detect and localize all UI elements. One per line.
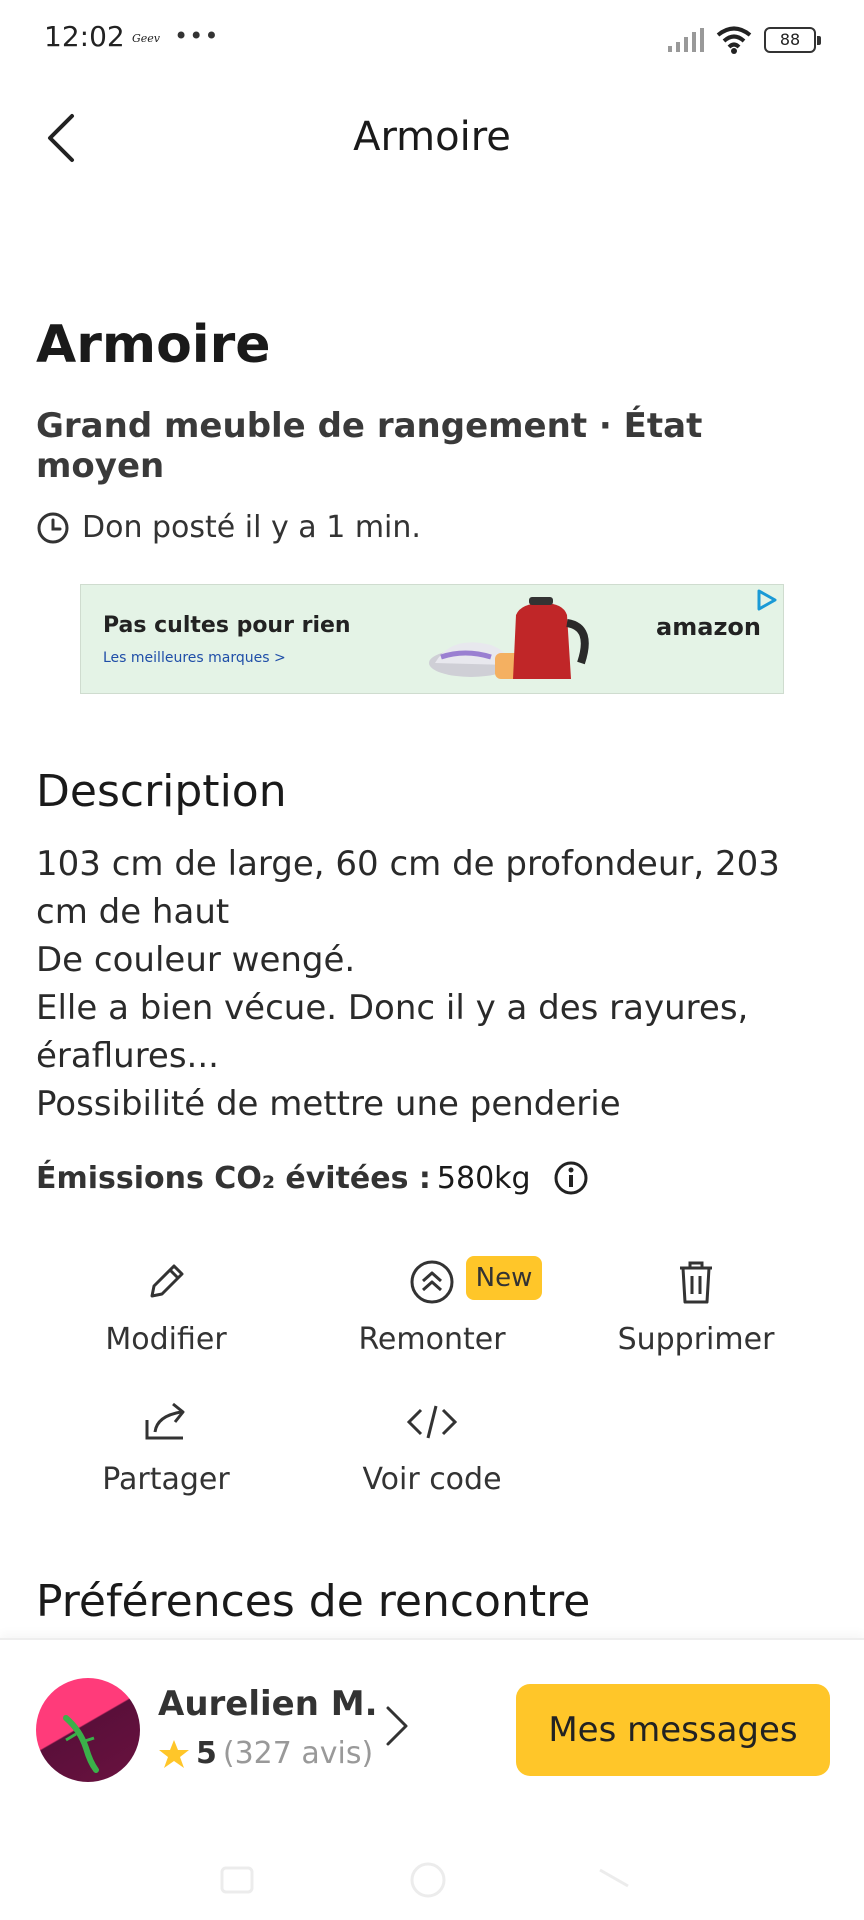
ad-subtitle: Les meilleures marques > xyxy=(103,650,286,666)
trash-icon xyxy=(680,1261,712,1304)
system-nav-bar xyxy=(220,1862,629,1898)
share-button[interactable]: Partager xyxy=(36,1394,296,1497)
lizard-image xyxy=(63,1715,99,1773)
description-heading: Description xyxy=(36,766,287,817)
info-icon[interactable] xyxy=(553,1160,589,1196)
status-bar: 12:02 Geev ••• 88 xyxy=(0,0,864,80)
star-icon xyxy=(159,1739,189,1768)
item-title: Armoire xyxy=(36,315,271,375)
item-info: Armoire Grand meuble de rangement · État… xyxy=(36,310,836,545)
clock-icon xyxy=(37,512,69,543)
view-code-button[interactable]: Voir code xyxy=(302,1394,562,1497)
emissions-label: Émissions CO₂ évitées : xyxy=(36,1160,431,1196)
edit-button[interactable]: Modifier xyxy=(36,1254,296,1357)
ad-choices-icon[interactable] xyxy=(753,587,779,613)
meeting-prefs-heading: Préférences de rencontre xyxy=(36,1576,591,1627)
messages-button[interactable]: Mes messages xyxy=(516,1684,830,1776)
description-body: 103 cm de large, 60 cm de profondeur, 20… xyxy=(36,844,780,1124)
boost-up-icon xyxy=(410,1260,454,1304)
status-icons: 88 xyxy=(668,22,821,58)
emissions-value: 580kg xyxy=(436,1160,531,1196)
item-subtitle: Grand meuble de rangement · État moyen xyxy=(36,406,703,486)
ad-title: Pas cultes pour rien xyxy=(103,613,351,638)
code-icon xyxy=(407,1405,457,1439)
boost-label: Remonter xyxy=(358,1322,506,1357)
avatar[interactable] xyxy=(36,1678,140,1782)
delete-label: Supprimer xyxy=(617,1322,775,1357)
share-icon xyxy=(145,1402,185,1440)
page-title: Armoire xyxy=(353,114,511,160)
share-label: Partager xyxy=(102,1462,230,1497)
posted-time: Don posté il y a 1 min. xyxy=(36,510,836,545)
edit-label: Modifier xyxy=(105,1322,227,1357)
status-time: 12:02 xyxy=(44,20,125,53)
battery-indicator: 88 xyxy=(764,27,821,53)
signal-icon xyxy=(668,28,704,52)
delete-button[interactable]: Supprimer xyxy=(566,1254,826,1357)
ad-product-image xyxy=(429,597,589,679)
rating-count: (327 avis) xyxy=(222,1736,374,1771)
wifi-icon xyxy=(716,26,752,54)
ad-brand: amazon xyxy=(656,613,761,641)
user-rating: 5 (327 avis) xyxy=(158,1736,373,1771)
emissions-row: Émissions CO₂ évitées : 580kg xyxy=(36,1160,589,1196)
user-name[interactable]: Aurelien M. xyxy=(158,1684,378,1724)
pencil-icon xyxy=(150,1264,184,1298)
rating-score: 5 xyxy=(196,1736,217,1771)
view-code-label: Voir code xyxy=(362,1462,502,1497)
posted-text: Don posté il y a 1 min. xyxy=(82,510,421,545)
new-badge: New xyxy=(466,1256,542,1300)
chevron-right-icon[interactable] xyxy=(384,1702,410,1750)
ad-banner[interactable]: Pas cultes pour rien Les meilleures marq… xyxy=(80,584,784,694)
status-dots: ••• xyxy=(174,22,220,50)
top-bar: Armoire xyxy=(0,90,864,186)
status-app-label: Geev xyxy=(132,32,161,45)
